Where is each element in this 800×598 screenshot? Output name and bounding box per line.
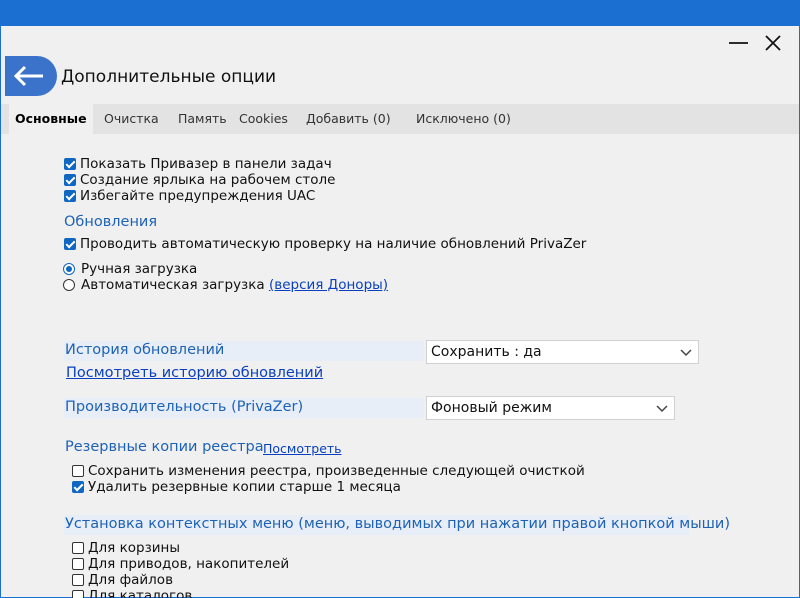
checkbox-icon[interactable]: [64, 174, 76, 186]
registry-backups-heading: Резервные копии реестра: [65, 439, 264, 455]
option-label: Для файлов: [88, 572, 174, 588]
chevron-down-icon: [656, 405, 668, 413]
view-registry-backups-link[interactable]: Посмотреть: [263, 441, 342, 456]
checkbox-icon[interactable]: [64, 190, 76, 202]
page-title: Дополнительные опции: [61, 67, 277, 87]
view-update-history-link[interactable]: Посмотреть историю обновлений: [66, 365, 323, 381]
context-files-option[interactable]: Для файлов: [72, 572, 173, 588]
tab-cookies[interactable]: Cookies: [233, 104, 294, 134]
option-label: Для приводов, накопителей: [88, 556, 290, 572]
minimize-icon[interactable]: [726, 30, 752, 56]
desktop-shortcut-option[interactable]: Создание ярлыка на рабочем столе: [64, 172, 335, 188]
auto-update-check-option[interactable]: Проводить автоматическую проверку на нал…: [64, 236, 586, 252]
checkbox-icon[interactable]: [64, 238, 76, 250]
checkbox-icon[interactable]: [72, 542, 84, 554]
tab-added[interactable]: Добавить (0): [300, 104, 397, 134]
checkbox-icon[interactable]: [72, 558, 84, 570]
option-label: Создание ярлыка на рабочем столе: [80, 172, 336, 188]
checkbox-icon[interactable]: [64, 158, 76, 170]
tab-excluded[interactable]: Исключено (0): [410, 104, 517, 134]
delete-old-backups-option[interactable]: Удалить резервные копии старше 1 месяца: [72, 479, 401, 495]
performance-select[interactable]: Фоновый режим: [426, 396, 675, 420]
chevron-down-icon: [680, 349, 692, 357]
option-label: Избегайте предупреждения UAC: [80, 188, 316, 204]
option-label: Ручная загрузка: [81, 261, 198, 277]
arrow-left-icon: [13, 65, 43, 87]
checkbox-icon[interactable]: [72, 574, 84, 586]
header: Дополнительные опции: [1, 54, 799, 104]
manual-download-radio[interactable]: Ручная загрузка: [63, 261, 197, 277]
option-label: Проводить автоматическую проверку на нал…: [80, 236, 587, 252]
option-label: Автоматическая загрузка: [81, 277, 265, 293]
general-options-panel: Показать Привазер в панели задач Создани…: [1, 134, 799, 598]
window: Дополнительные опции Основные Очистка Па…: [1, 26, 799, 598]
back-button[interactable]: [5, 56, 57, 96]
checkbox-icon[interactable]: [72, 590, 84, 598]
tab-general[interactable]: Основные: [9, 104, 93, 134]
option-label: Сохранить изменения реестра, произведенн…: [88, 463, 585, 479]
select-value: Фоновый режим: [431, 400, 552, 416]
option-label: Показать Привазер в панели задач: [80, 156, 332, 172]
close-icon[interactable]: [761, 30, 787, 56]
tab-cleanup[interactable]: Очистка: [98, 104, 165, 134]
avoid-uac-option[interactable]: Избегайте предупреждения UAC: [64, 188, 315, 204]
checkbox-icon[interactable]: [72, 465, 84, 477]
select-value: Сохранить : да: [431, 344, 542, 360]
update-history-select[interactable]: Сохранить : да: [426, 340, 699, 364]
tab-memory[interactable]: Память: [172, 104, 233, 134]
context-folders-option[interactable]: Для каталогов: [72, 588, 192, 598]
tab-bar: Основные Очистка Память Cookies Добавить…: [1, 104, 799, 134]
update-history-heading: История обновлений: [65, 342, 225, 358]
auto-download-radio[interactable]: Автоматическая загрузка (версия Доноры): [63, 277, 388, 293]
radio-icon[interactable]: [63, 263, 75, 275]
option-label: Удалить резервные копии старше 1 месяца: [88, 479, 401, 495]
updates-heading: Обновления: [64, 214, 158, 230]
radio-icon[interactable]: [63, 279, 75, 291]
context-menu-heading: Установка контекстных меню (меню, выводи…: [65, 516, 731, 532]
save-registry-changes-option[interactable]: Сохранить изменения реестра, произведенн…: [72, 463, 585, 479]
context-drives-option[interactable]: Для приводов, накопителей: [72, 556, 289, 572]
context-recycle-bin-option[interactable]: Для корзины: [72, 540, 180, 556]
checkbox-icon[interactable]: [72, 481, 84, 493]
donors-version-link[interactable]: (версия Доноры): [269, 277, 388, 293]
option-label: Для корзины: [88, 540, 181, 556]
performance-heading: Производительность (PrivaZer): [65, 399, 304, 415]
option-label: Для каталогов: [88, 588, 193, 598]
show-taskbar-option[interactable]: Показать Привазер в панели задач: [64, 156, 332, 172]
